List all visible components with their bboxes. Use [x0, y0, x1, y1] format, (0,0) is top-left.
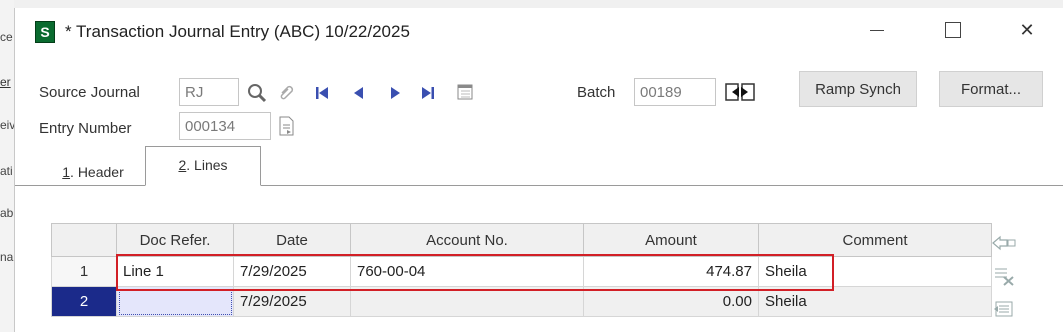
account-no-cell[interactable]: 760-00-04	[350, 256, 584, 287]
calendar-icon	[457, 84, 473, 100]
tab-header-accelerator: 1	[62, 163, 71, 180]
insert-row-icon	[992, 235, 1016, 251]
background-text-fragment: ce	[0, 30, 13, 44]
tab-header[interactable]: 1. Header	[41, 158, 145, 185]
first-record-button[interactable]	[311, 82, 333, 104]
magnifier-icon	[248, 84, 267, 103]
batch-selector-button[interactable]	[721, 78, 759, 106]
delete-row-icon	[995, 268, 1014, 286]
tab-lines-accelerator: 2	[178, 157, 187, 173]
delete-row-button[interactable]	[989, 263, 1019, 289]
close-icon: ✕	[1019, 19, 1035, 40]
grid-header-row: Doc Refer. Date Account No. Amount Comme…	[51, 223, 992, 257]
paperclip-icon	[280, 85, 294, 100]
account-no-cell[interactable]	[350, 286, 584, 317]
next-number-button[interactable]	[275, 114, 299, 138]
background-text-fragment: na	[0, 250, 14, 264]
calendar-button[interactable]	[453, 80, 477, 104]
row-number-cell-selected[interactable]: 2	[51, 286, 117, 317]
format-button[interactable]: Format...	[939, 71, 1043, 107]
minimize-button[interactable]	[849, 14, 905, 46]
date-cell[interactable]: 7/29/2025	[233, 256, 351, 287]
doc-refer-cell[interactable]: Line 1	[116, 256, 234, 287]
title-bar[interactable]: S * Transaction Journal Entry (ABC) 10/2…	[15, 8, 1063, 52]
row-number-cell[interactable]: 1	[51, 256, 117, 287]
tab-lines[interactable]: 2. Lines	[145, 146, 261, 186]
next-record-button[interactable]	[385, 82, 407, 104]
background-link-fragment[interactable]: er	[0, 75, 14, 89]
next-record-icon	[391, 87, 400, 99]
row-options-button[interactable]	[989, 296, 1019, 322]
close-button[interactable]: ✕	[999, 14, 1055, 46]
attach-button[interactable]	[273, 80, 299, 106]
insert-row-button[interactable]	[989, 230, 1019, 256]
row-options-icon	[994, 301, 1013, 317]
next-number-icon	[279, 116, 294, 136]
column-header-doc-refer[interactable]: Doc Refer.	[116, 223, 234, 257]
previous-record-icon	[354, 87, 363, 99]
table-row[interactable]: 1 Line 1 7/29/2025 760-00-04 474.87 Shei…	[51, 256, 992, 287]
maximize-button[interactable]	[925, 14, 981, 46]
last-record-icon	[422, 87, 434, 99]
source-journal-label: Source Journal	[39, 84, 140, 101]
ramp-synch-button[interactable]: Ramp Synch	[799, 71, 917, 107]
column-header-date[interactable]: Date	[233, 223, 351, 257]
table-row[interactable]: 2 7/29/2025 0.00 Sheila	[51, 286, 992, 317]
column-header-account-no[interactable]: Account No.	[350, 223, 584, 257]
batch-selector-icon	[725, 83, 755, 101]
background-text-fragment: eiv	[0, 118, 14, 132]
date-cell[interactable]: 7/29/2025	[233, 286, 351, 317]
app-logo-icon: S	[35, 21, 55, 43]
amount-cell[interactable]: 474.87	[583, 256, 759, 287]
transaction-journal-entry-window: S * Transaction Journal Entry (ABC) 10/2…	[14, 8, 1063, 332]
journal-lines-grid: Doc Refer. Date Account No. Amount Comme…	[51, 223, 992, 317]
window-title: * Transaction Journal Entry (ABC) 10/22/…	[65, 22, 410, 41]
maximize-icon	[945, 22, 961, 38]
amount-cell[interactable]: 0.00	[583, 286, 759, 317]
batch-label: Batch	[577, 84, 616, 101]
entry-number-input[interactable]: 000134	[179, 112, 271, 140]
first-record-icon	[316, 87, 328, 99]
background-text-fragment: ab	[0, 206, 14, 220]
batch-input[interactable]: 00189	[634, 78, 716, 106]
lookup-button[interactable]	[243, 80, 271, 106]
background-text-fragment: ati	[0, 164, 13, 178]
column-header-amount[interactable]: Amount	[583, 223, 759, 257]
previous-record-button[interactable]	[347, 82, 369, 104]
last-record-button[interactable]	[417, 82, 439, 104]
doc-refer-cell-editing[interactable]	[116, 286, 234, 317]
column-header-comment[interactable]: Comment	[758, 223, 992, 257]
column-header-row-number	[51, 223, 117, 257]
comment-cell[interactable]: Sheila	[758, 286, 992, 317]
source-journal-input[interactable]: RJ	[179, 78, 239, 106]
minimize-icon	[870, 29, 884, 31]
entry-number-label: Entry Number	[39, 120, 132, 137]
tab-header-label: . Header	[70, 163, 124, 180]
tab-lines-label: . Lines	[186, 157, 228, 173]
comment-cell[interactable]: Sheila	[758, 256, 992, 287]
